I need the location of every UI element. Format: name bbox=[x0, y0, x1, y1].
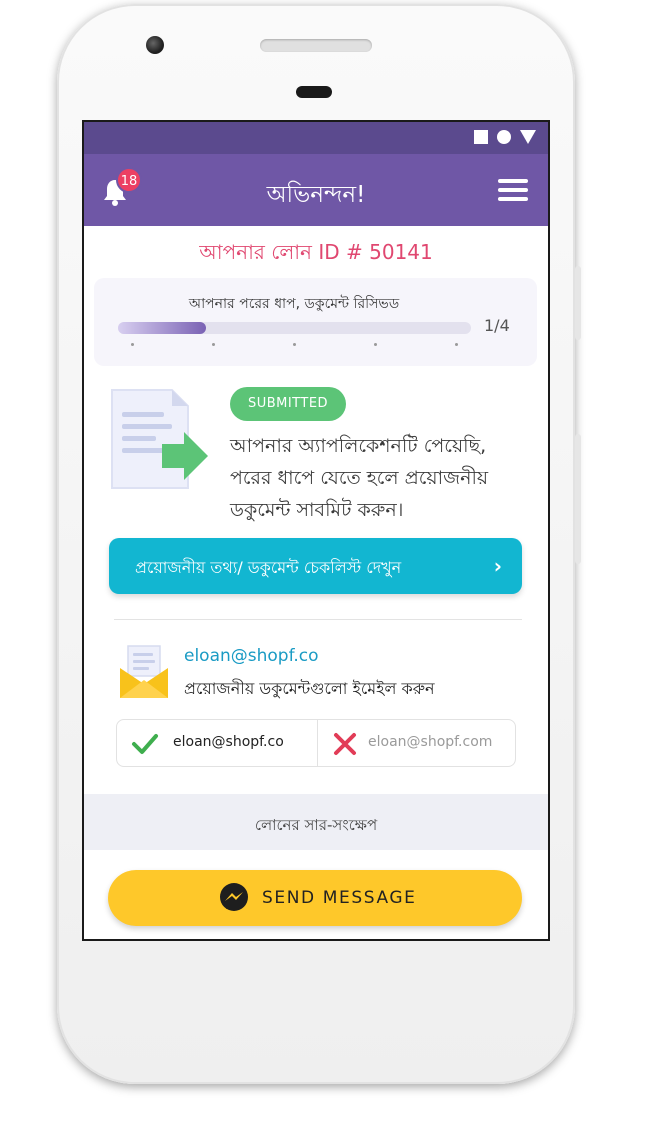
volume-button bbox=[575, 434, 581, 564]
loan-id-label: আপনার লোন ID # 50141 bbox=[199, 240, 433, 264]
incorrect-email-example: eloan@shopf.com bbox=[318, 720, 516, 766]
application-message: আপনার অ্যাপলিকেশনটি পেয়েছি, পরের ধাপে য… bbox=[230, 435, 489, 521]
home-icon bbox=[497, 130, 511, 144]
front-camera bbox=[146, 36, 164, 54]
progress-tick bbox=[374, 343, 377, 346]
progress-tick bbox=[212, 343, 215, 346]
correct-email-example: eloan@shopf.co bbox=[117, 720, 317, 766]
correct-email-text: eloan@shopf.co bbox=[173, 734, 284, 750]
back-icon bbox=[520, 130, 536, 144]
send-message-label: SEND MESSAGE bbox=[262, 888, 417, 908]
proximity-sensor bbox=[296, 86, 332, 98]
recent-apps-icon bbox=[474, 130, 488, 144]
notification-badge: 18 bbox=[116, 167, 142, 193]
page-title: অভিনন্দন! bbox=[266, 182, 366, 208]
progress-tick bbox=[455, 343, 458, 346]
divider bbox=[114, 619, 522, 620]
phone-screen: 18 অভিনন্দন! আপনার লোন ID # 50141 আপনার … bbox=[82, 120, 550, 941]
messenger-icon bbox=[220, 883, 248, 911]
envelope-icon bbox=[120, 645, 168, 698]
progress-fill bbox=[118, 322, 207, 334]
app-bar: 18 অভিনন্দন! bbox=[84, 154, 548, 226]
progress-step-count: 1/4 bbox=[484, 316, 510, 335]
status-badge: SUBMITTED bbox=[230, 387, 346, 421]
progress-label: আপনার পরের ধাপ, ডকুমেন্ট রিসিভড bbox=[188, 296, 400, 312]
checklist-button-label: প্রয়োজনীয় তথ্য/ ডকুমেন্ট চেকলিস্ট দেখু… bbox=[135, 558, 402, 577]
progress-track bbox=[118, 322, 471, 334]
email-format-hint: eloan@shopf.co eloan@shopf.com bbox=[116, 719, 516, 767]
checkmark-icon bbox=[132, 734, 158, 754]
document-arrow-icon bbox=[111, 389, 208, 489]
loan-summary-title: লোনের সার-সংক্ষেপ bbox=[254, 816, 378, 834]
checklist-button[interactable]: প্রয়োজনীয় তথ্য/ ডকুমেন্ট চেকলিস্ট দেখু… bbox=[109, 538, 522, 594]
email-instruction: প্রয়োজনীয় ডকুমেন্টগুলো ইমেইল করুন bbox=[184, 679, 435, 698]
send-message-button[interactable]: SEND MESSAGE bbox=[108, 870, 522, 926]
loan-summary-section[interactable]: লোনের সার-সংক্ষেপ bbox=[84, 794, 548, 850]
cross-icon bbox=[334, 733, 356, 755]
hamburger-menu-icon[interactable] bbox=[498, 179, 528, 203]
progress-tick bbox=[131, 343, 134, 346]
power-button bbox=[575, 266, 581, 340]
email-link[interactable]: eloan@shopf.co bbox=[184, 646, 319, 666]
chevron-right-icon: › bbox=[493, 554, 502, 578]
progress-card: আপনার পরের ধাপ, ডকুমেন্ট রিসিভড 1/4 bbox=[94, 278, 537, 366]
status-bar bbox=[84, 122, 548, 154]
earpiece-speaker bbox=[260, 39, 372, 52]
incorrect-email-text: eloan@shopf.com bbox=[368, 734, 493, 750]
progress-tick bbox=[293, 343, 296, 346]
